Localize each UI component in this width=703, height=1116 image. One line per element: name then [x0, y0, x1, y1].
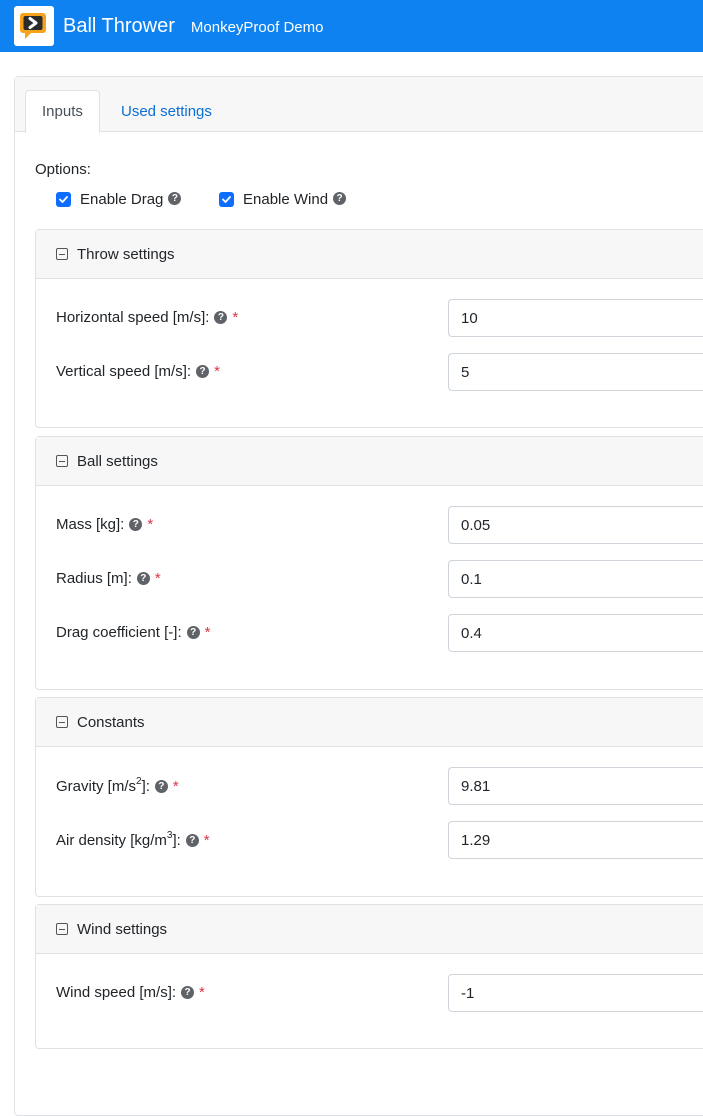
gravity-help-icon[interactable]: ?	[154, 779, 168, 793]
drag-coefficient-row: Drag coefficient [-]:? *	[36, 614, 703, 652]
enable-wind-label[interactable]: Enable Wind	[243, 191, 328, 208]
app-subtitle: MonkeyProof Demo	[190, 18, 324, 36]
enable-wind-checkbox[interactable]	[219, 192, 234, 207]
mass-row: Mass [kg]:? *	[36, 506, 703, 544]
radius-label: Radius [m]:? *	[56, 570, 161, 587]
horizontal-speed-input[interactable]	[448, 299, 703, 337]
gravity-input[interactable]	[448, 767, 703, 805]
wind-speed-row: Wind speed [m/s]:? *	[36, 974, 703, 1012]
enable-wind-option[interactable]: Enable Wind ?	[219, 191, 347, 208]
throw-settings-title: Throw settings	[77, 245, 175, 263]
mass-input[interactable]	[448, 506, 703, 544]
vertical-speed-label: Vertical speed [m/s]:? *	[56, 363, 220, 380]
vertical-speed-input[interactable]	[448, 353, 703, 391]
main-card: Inputs Used settings Options: Enable Dra…	[14, 76, 703, 1116]
collapse-icon[interactable]	[56, 455, 68, 467]
drag-coefficient-label: Drag coefficient [-]:? *	[56, 624, 211, 641]
required-mark: *	[214, 363, 220, 380]
required-mark: *	[204, 624, 211, 641]
app-logo-icon	[14, 6, 54, 46]
enable-drag-help-icon[interactable]: ?	[168, 192, 182, 205]
tab-inputs[interactable]: Inputs	[25, 90, 100, 133]
options-label: Options:	[35, 161, 91, 178]
wind-speed-input[interactable]	[448, 974, 703, 1012]
enable-drag-option[interactable]: Enable Drag ?	[56, 191, 182, 208]
drag-coefficient-help-icon[interactable]: ?	[186, 625, 200, 639]
air-density-row: Air density [kg/m3]:? *	[36, 821, 703, 859]
horizontal-speed-label: Horizontal speed [m/s]:? *	[56, 309, 239, 326]
wind-settings-header[interactable]: Wind settings	[36, 905, 703, 954]
wind-settings-title: Wind settings	[77, 920, 168, 938]
mass-help-icon[interactable]: ?	[129, 517, 143, 531]
tab-bar: Inputs Used settings	[15, 77, 703, 133]
air-density-help-icon[interactable]: ?	[185, 833, 199, 847]
ball-settings-title: Ball settings	[77, 452, 158, 470]
horizontal-speed-help-icon[interactable]: ?	[214, 310, 228, 324]
radius-help-icon[interactable]: ?	[136, 571, 150, 585]
enable-drag-checkbox[interactable]	[56, 192, 71, 207]
app-brand-title[interactable]: Ball Thrower	[63, 15, 175, 38]
vertical-speed-row: Vertical speed [m/s]:? *	[36, 353, 703, 391]
gravity-row: Gravity [m/s2]:? *	[36, 767, 703, 805]
enable-drag-label[interactable]: Enable Drag	[80, 191, 163, 208]
collapse-icon[interactable]	[56, 248, 68, 260]
required-mark: *	[154, 570, 161, 587]
radius-input[interactable]	[448, 560, 703, 598]
constants-header[interactable]: Constants	[36, 698, 703, 747]
gravity-label: Gravity [m/s2]:? *	[56, 776, 179, 795]
air-density-label: Air density [kg/m3]:? *	[56, 830, 210, 849]
vertical-speed-help-icon[interactable]: ?	[196, 364, 210, 378]
throw-settings-panel: Throw settings Horizontal speed [m/s]:? *…	[35, 229, 703, 428]
required-mark: *	[172, 778, 179, 795]
horizontal-speed-row: Horizontal speed [m/s]:? *	[36, 299, 703, 337]
wind-speed-label: Wind speed [m/s]:? *	[56, 984, 205, 1001]
air-density-input[interactable]	[448, 821, 703, 859]
constants-title: Constants	[77, 713, 145, 731]
required-mark: *	[232, 309, 239, 326]
ball-settings-header[interactable]: Ball settings	[36, 437, 703, 486]
mass-label: Mass [kg]:? *	[56, 516, 154, 533]
collapse-icon[interactable]	[56, 923, 68, 935]
collapse-icon[interactable]	[56, 716, 68, 728]
required-mark: *	[147, 516, 154, 533]
wind-settings-panel: Wind settings Wind speed [m/s]:? *	[35, 904, 703, 1049]
required-mark: *	[203, 832, 210, 849]
constants-panel: Constants Gravity [m/s2]:?* Air density …	[35, 697, 703, 897]
wind-speed-help-icon[interactable]: ?	[181, 985, 195, 999]
radius-row: Radius [m]:? *	[36, 560, 703, 598]
tab-used-settings[interactable]: Used settings	[105, 90, 228, 132]
required-mark: *	[199, 984, 205, 1001]
top-navbar: Ball Thrower MonkeyProof Demo	[0, 0, 703, 52]
drag-coefficient-input[interactable]	[448, 614, 703, 652]
ball-settings-panel: Ball settings Mass [kg]:?* Radius [m]:?*…	[35, 436, 703, 690]
throw-settings-header[interactable]: Throw settings	[36, 230, 703, 279]
enable-wind-help-icon[interactable]: ?	[333, 192, 347, 205]
